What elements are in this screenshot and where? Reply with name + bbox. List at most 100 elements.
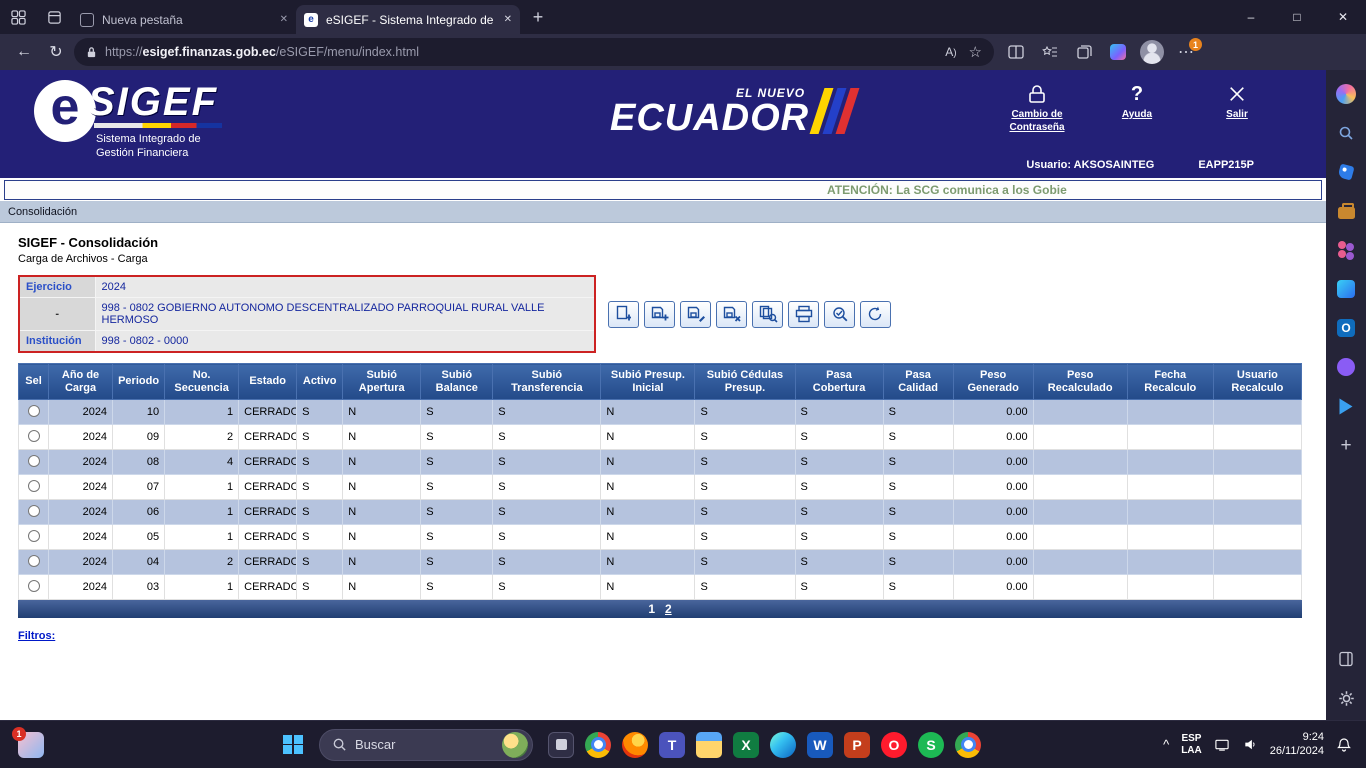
help-link[interactable]: ? Ayuda (1100, 82, 1174, 134)
menu-bar: Consolidación (0, 201, 1326, 223)
filters-link[interactable]: Filtros: (18, 630, 55, 642)
firefox-icon[interactable] (622, 731, 648, 758)
back-icon[interactable]: ← (10, 38, 38, 66)
volume-icon[interactable] (1242, 737, 1258, 752)
collections-icon[interactable] (1070, 38, 1098, 66)
table-cell: S (296, 424, 344, 450)
table-cell: S (420, 499, 494, 525)
row-select-radio[interactable] (27, 579, 40, 592)
copilot-icon[interactable] (1334, 82, 1358, 106)
drop-icon[interactable] (1334, 394, 1358, 418)
search-icon[interactable] (1334, 121, 1358, 145)
tab-nueva-pestana[interactable]: Nueva pestaña ✕ (72, 5, 296, 34)
language-indicator[interactable]: ESP LAA (1181, 733, 1202, 757)
logo-name: SIGEF (88, 80, 219, 124)
settings-gear-icon[interactable] (1334, 686, 1358, 710)
teams-icon[interactable]: T (659, 731, 685, 758)
excel-icon[interactable]: X (733, 731, 759, 758)
form-value-institucion: 998 - 0802 - 0000 (94, 330, 596, 353)
chrome-profile-icon[interactable] (955, 731, 981, 758)
table-cell: N (342, 549, 422, 575)
minimize-button[interactable]: – (1228, 0, 1274, 34)
row-select-radio[interactable] (27, 554, 40, 567)
table-cell (1126, 399, 1214, 425)
m365-icon[interactable] (1334, 355, 1358, 379)
shopping-icon[interactable] (1334, 160, 1358, 184)
add-sidebar-item-icon[interactable]: + (1334, 433, 1358, 457)
tab-close-icon[interactable]: ✕ (280, 14, 288, 25)
row-select-radio[interactable] (27, 404, 40, 417)
powerpoint-icon[interactable]: P (844, 731, 870, 758)
reload-button[interactable] (860, 300, 891, 328)
word-icon[interactable]: W (807, 731, 833, 758)
page-link-2[interactable]: 2 (665, 602, 672, 616)
close-window-button[interactable]: ✕ (1320, 0, 1366, 34)
web-page: e SIGEF Sistema Integrado de Gestión Fin… (0, 70, 1326, 720)
row-select-radio[interactable] (27, 529, 40, 542)
table-cell: 2024 (48, 424, 114, 450)
chrome-icon[interactable] (585, 731, 611, 758)
flag-stripes (809, 88, 860, 135)
tab-esigef[interactable]: e eSIGEF - Sistema Integrado de G ✕ (296, 5, 520, 34)
column-header: Sel (17, 363, 50, 400)
tab-actions-icon[interactable] (36, 0, 72, 34)
close-x-icon (1228, 82, 1246, 106)
view-detail-button[interactable] (752, 300, 783, 328)
table-cell: 0.00 (952, 524, 1034, 550)
taskbar-clock[interactable]: 9:24 26/11/2024 (1270, 731, 1324, 759)
table-cell: S (420, 474, 494, 500)
spotify-icon[interactable]: S (918, 731, 944, 758)
table-cell (1032, 549, 1128, 575)
opera-icon[interactable]: O (881, 731, 907, 758)
sidebar-page-icon[interactable] (1334, 647, 1358, 671)
print-button[interactable] (788, 300, 819, 328)
task-view-icon[interactable] (548, 731, 574, 758)
save-insert-button[interactable] (644, 300, 675, 328)
profile-avatar[interactable] (1138, 38, 1166, 66)
people-icon[interactable] (1334, 238, 1358, 262)
file-explorer-icon[interactable] (696, 731, 722, 758)
table-cell: S (296, 524, 344, 550)
favorite-star-icon[interactable]: ☆ (969, 43, 982, 61)
table-cell: 2 (164, 424, 240, 450)
notifications-bell-icon[interactable] (1336, 737, 1352, 753)
new-record-button[interactable] (608, 300, 639, 328)
workspaces-icon[interactable] (0, 0, 36, 34)
table-cell: S (694, 499, 796, 525)
widget-badge: 1 (12, 726, 26, 741)
save-delete-button[interactable] (716, 300, 747, 328)
menu-item-consolidacion[interactable]: Consolidación (8, 206, 77, 218)
table-cell: S (420, 524, 494, 550)
start-button[interactable] (276, 728, 310, 762)
favorites-bar-icon[interactable] (1036, 38, 1064, 66)
tab-close-icon[interactable]: ✕ (504, 14, 512, 25)
browser-essentials-icon[interactable] (1104, 38, 1132, 66)
change-password-link[interactable]: Cambio de Contraseña (1000, 82, 1074, 134)
settings-menu-icon[interactable]: ⋯ 1 (1172, 38, 1202, 66)
new-tab-button[interactable]: + (520, 0, 556, 34)
refresh-icon[interactable]: ↻ (42, 38, 70, 66)
row-select-radio[interactable] (27, 504, 40, 517)
row-select-radio[interactable] (27, 429, 40, 442)
edge-icon[interactable] (770, 731, 796, 758)
widgets-icon[interactable]: 1 (12, 726, 44, 758)
maximize-button[interactable]: □ (1274, 0, 1320, 34)
address-bar[interactable]: https://esigef.finanzas.gob.ec/eSIGEF/me… (74, 38, 994, 66)
taskbar-search-input[interactable]: Buscar (319, 728, 533, 761)
breadcrumb: Carga de Archivos - Carga (18, 253, 148, 265)
page-link-1[interactable]: 1 (648, 602, 655, 616)
hidden-icons-chevron[interactable]: ^ (1163, 737, 1169, 752)
split-screen-icon[interactable] (1002, 38, 1030, 66)
row-select-radio[interactable] (27, 479, 40, 492)
column-header: Pasa Calidad (882, 363, 954, 400)
outlook-icon[interactable]: O (1334, 316, 1358, 340)
row-select-radio[interactable] (27, 454, 40, 467)
logout-link[interactable]: Salir (1200, 82, 1274, 134)
column-header: Usuario Recalculo (1212, 363, 1303, 400)
tools-icon[interactable] (1334, 199, 1358, 223)
save-update-button[interactable] (680, 300, 711, 328)
designer-icon[interactable] (1334, 277, 1358, 301)
read-aloud-icon[interactable]: A) (945, 45, 956, 59)
cast-icon[interactable] (1214, 737, 1230, 752)
validate-button[interactable] (824, 300, 855, 328)
